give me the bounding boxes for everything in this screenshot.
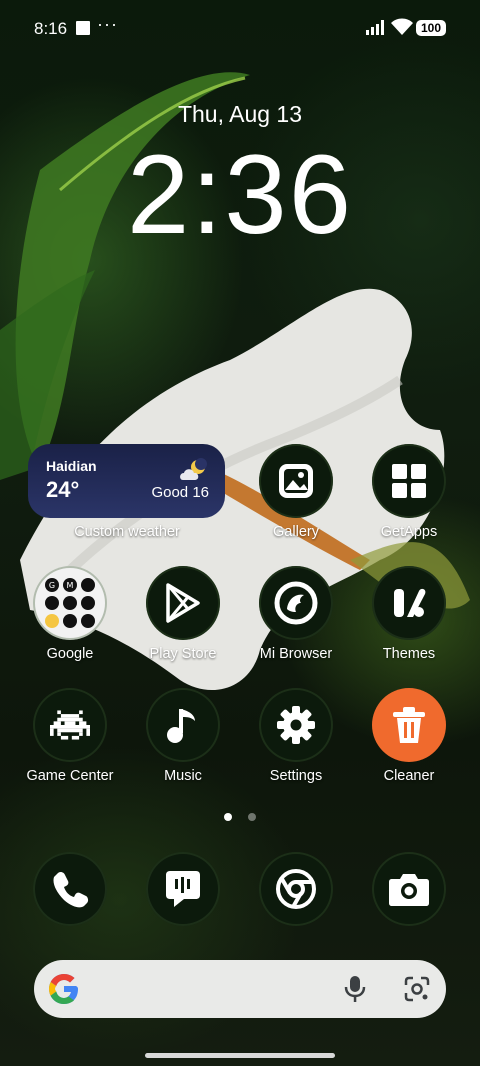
- dock-phone[interactable]: [33, 852, 107, 926]
- music-note-icon: [167, 709, 195, 743]
- trash-icon: [393, 707, 425, 743]
- page-dot-active: [223, 813, 232, 821]
- music-app[interactable]: [146, 688, 220, 762]
- camera-icon: [389, 874, 429, 906]
- themes-app[interactable]: [372, 566, 446, 640]
- getapps-label: GetApps: [380, 524, 438, 540]
- more-notifications-icon: ···: [97, 14, 118, 34]
- dock-messages[interactable]: [146, 852, 220, 926]
- phone-icon: [53, 871, 89, 908]
- mi-browser-label: Mi Browser: [259, 646, 333, 662]
- game-center-icon: [50, 710, 90, 740]
- air-quality: Good 16: [151, 484, 209, 501]
- partly-cloudy-night-icon: [180, 458, 207, 480]
- cleaner-app[interactable]: [372, 688, 446, 762]
- gesture-navigation-handle[interactable]: [145, 1053, 335, 1058]
- play-store-icon: [166, 583, 200, 623]
- dock-chrome[interactable]: [259, 852, 333, 926]
- battery-indicator: 100: [416, 20, 446, 36]
- messages-icon: [166, 871, 200, 907]
- gallery-icon: [279, 464, 313, 498]
- gear-icon: [277, 706, 315, 744]
- svg-text:M: M: [67, 581, 74, 590]
- google-g-icon: [49, 974, 78, 1004]
- mi-browser-app[interactable]: [259, 566, 333, 640]
- cleaner-label: Cleaner: [383, 768, 435, 784]
- google-folder-icon: G M: [45, 578, 95, 628]
- game-center-label: Game Center: [26, 768, 114, 784]
- settings-label: Settings: [269, 768, 323, 784]
- notification-icon: [76, 21, 90, 35]
- svg-text:G: G: [49, 581, 55, 590]
- google-search-bar[interactable]: [34, 960, 446, 1018]
- date-display[interactable]: Thu, Aug 13: [0, 101, 480, 128]
- themes-label: Themes: [382, 646, 436, 662]
- weather-widget[interactable]: Haidian 24° Good 16: [28, 444, 225, 518]
- weather-city: Haidian: [46, 458, 97, 474]
- getapps-icon: [392, 464, 426, 498]
- signal-icon: [366, 20, 384, 35]
- microphone-icon[interactable]: [344, 975, 366, 1003]
- gallery-label: Gallery: [273, 524, 319, 540]
- wifi-icon: [391, 18, 413, 35]
- music-label: Music: [164, 768, 202, 784]
- dock-camera[interactable]: [372, 852, 446, 926]
- page-dot: [248, 813, 257, 821]
- themes-icon: [394, 588, 426, 617]
- google-folder[interactable]: G M: [33, 566, 107, 640]
- mi-browser-icon: [274, 581, 318, 625]
- status-bar: 8:16 ··· 100: [0, 0, 480, 56]
- play-store-label: Play Store: [149, 646, 217, 662]
- play-store-app[interactable]: [146, 566, 220, 640]
- google-label: Google: [46, 646, 94, 662]
- weather-widget-label: Custom weather: [74, 524, 180, 540]
- gallery-app[interactable]: [259, 444, 333, 518]
- google-lens-icon[interactable]: [403, 975, 431, 1003]
- game-center-app[interactable]: [33, 688, 107, 762]
- getapps-app[interactable]: [372, 444, 446, 518]
- clock-display[interactable]: 2:36: [0, 133, 480, 256]
- settings-app[interactable]: [259, 688, 333, 762]
- weather-temperature: 24°: [46, 477, 80, 502]
- status-time: 8:16: [34, 19, 68, 38]
- chrome-icon: [276, 869, 316, 909]
- page-indicator: [0, 808, 480, 826]
